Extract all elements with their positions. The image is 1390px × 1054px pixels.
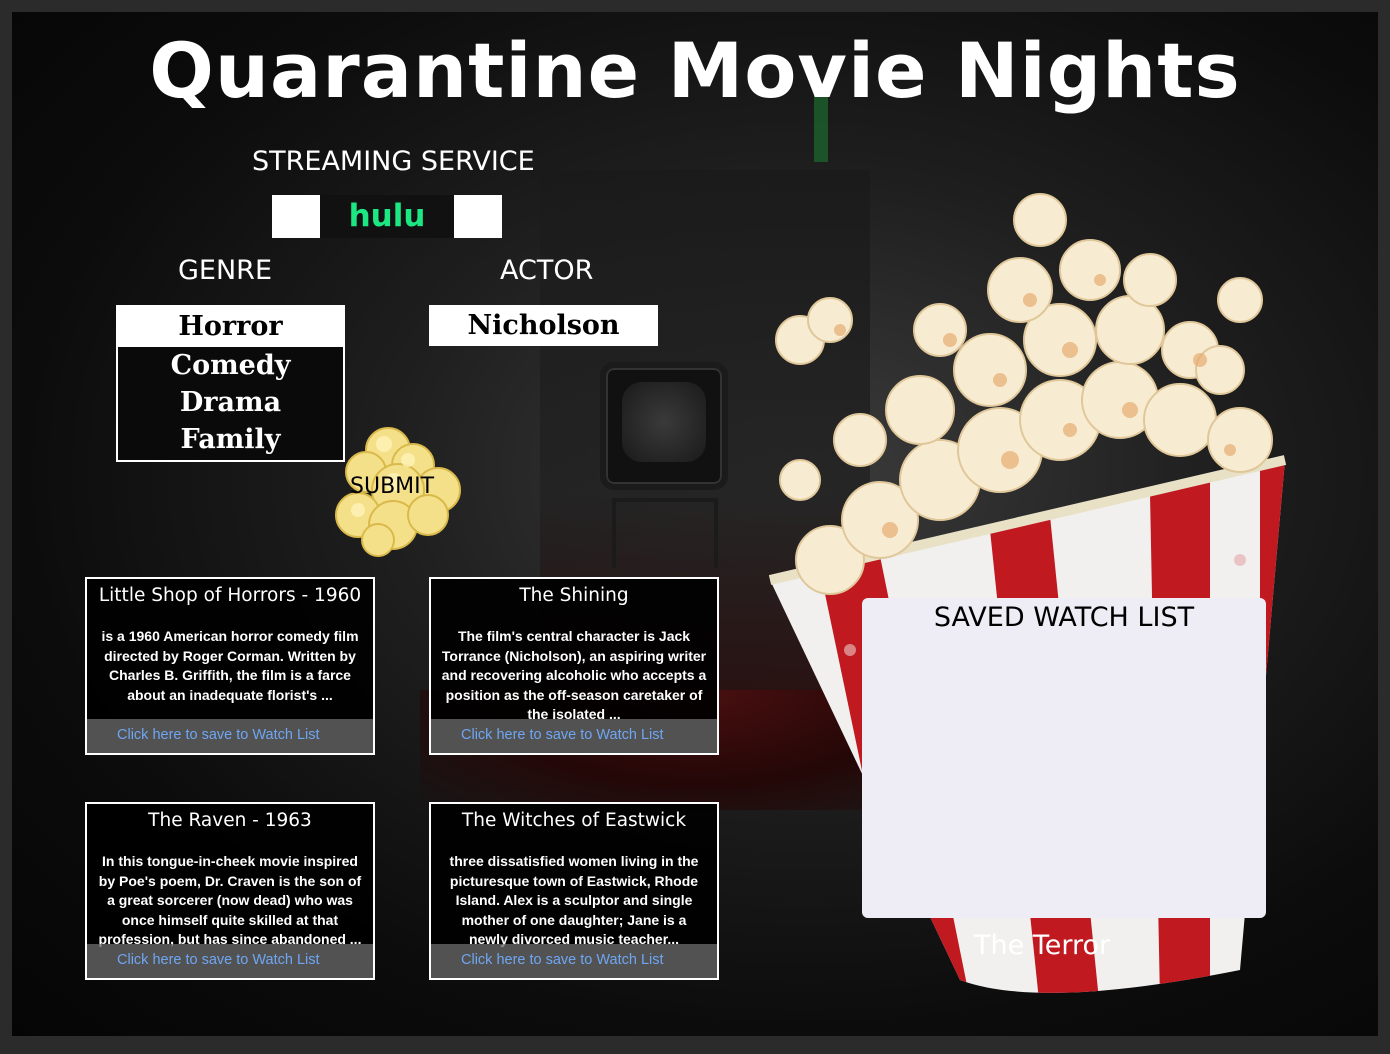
previous-service-button[interactable] [272,195,320,238]
tv-stand-decoration [612,498,718,568]
genre-option-selected[interactable]: Horror [118,307,343,347]
watch-list-heading: SAVED WATCH LIST [933,602,1195,633]
movie-title: The Shining [519,585,629,606]
genre-option[interactable]: Family [118,421,343,458]
actor-heading: ACTOR [500,255,594,286]
page-title: Quarantine Movie Nights [149,26,1241,115]
save-to-watchlist-link[interactable]: Click here to save to Watch List [431,719,717,753]
genre-option[interactable]: Drama [118,384,343,421]
movie-title: The Raven - 1963 [148,810,312,831]
watch-list-item[interactable]: The Terror [974,930,1110,961]
movie-description: three dissatisfied women living in the p… [449,853,699,948]
movie-description: is a 1960 American horror comedy film di… [101,628,359,703]
streaming-service-heading: STREAMING SERVICE [252,146,535,177]
genre-heading: GENRE [178,255,272,286]
movie-card: The Shining The film's central character… [429,577,719,755]
submit-button[interactable]: SUBMIT [350,474,434,499]
next-service-button[interactable] [454,195,502,238]
movie-description: In this tongue-in-cheek movie inspired b… [98,853,362,948]
hulu-logo: hulu [348,198,426,234]
actor-input[interactable]: Nicholson [429,305,658,346]
movie-card: The Witches of Eastwick three dissatisfi… [429,802,719,980]
movie-description: The film's central character is Jack Tor… [441,628,707,723]
retro-tv-decoration [600,362,728,490]
movie-title: Little Shop of Horrors - 1960 [98,585,362,606]
streaming-service-selector[interactable]: hulu [272,195,502,238]
save-to-watchlist-link[interactable]: Click here to save to Watch List [87,719,373,753]
movie-card: Little Shop of Horrors - 1960 is a 1960 … [85,577,375,755]
genre-listbox[interactable]: Horror Comedy Drama Family [116,305,345,462]
genre-option[interactable]: Comedy [118,347,343,384]
movie-title: The Witches of Eastwick [461,810,687,831]
movie-card: The Raven - 1963 In this tongue-in-cheek… [85,802,375,980]
saved-watch-list-panel: SAVED WATCH LIST [862,598,1266,918]
save-to-watchlist-link[interactable]: Click here to save to Watch List [431,944,717,978]
save-to-watchlist-link[interactable]: Click here to save to Watch List [87,944,373,978]
